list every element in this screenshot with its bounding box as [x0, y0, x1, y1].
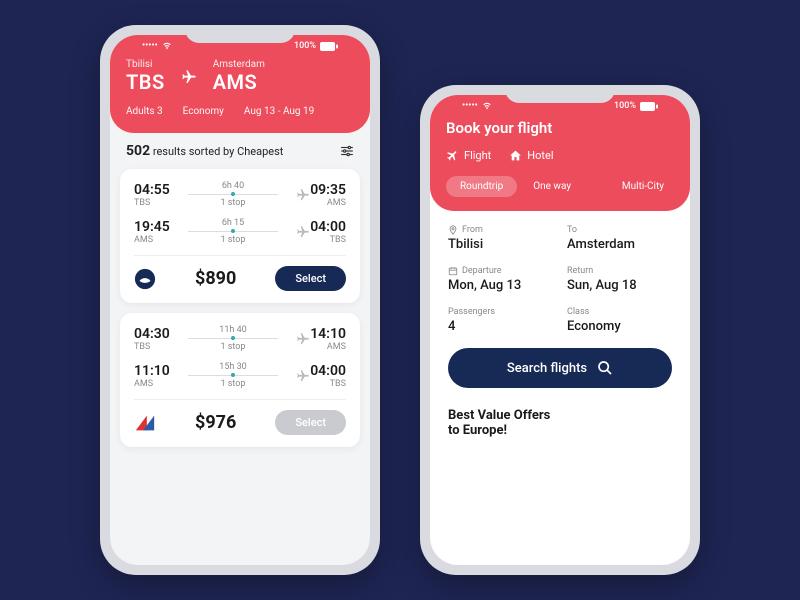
plane-icon: [296, 369, 310, 383]
trip-multi[interactable]: Multi-City: [612, 176, 674, 197]
offer-card[interactable]: 04:30TBS 11h 401 stop 14:10AMS 11:10AMS …: [120, 313, 360, 447]
leg-row: 19:45AMS 6h 151 stop 04:00TBS: [134, 218, 346, 245]
to-field[interactable]: To Amsterdam: [567, 225, 672, 252]
battery-icon: [320, 42, 338, 51]
results-text: results sorted by Cheapest: [153, 145, 284, 158]
plane-icon: [296, 332, 310, 346]
phone-results: ••••• 100% Tbilisi TBS Amsterdam AMS: [100, 25, 380, 575]
airline-logo: [134, 412, 156, 434]
airline-logo: [134, 268, 156, 290]
notch: [185, 25, 295, 43]
dates-summary: Aug 13 - Aug 19: [244, 106, 314, 117]
plane-icon: [181, 69, 197, 85]
page-title: Book your flight: [446, 119, 674, 137]
signal-icon: •••••: [142, 41, 158, 51]
from-block: Tbilisi TBS: [126, 59, 165, 94]
plane-icon: [296, 188, 310, 202]
signal-icon: •••••: [462, 101, 478, 111]
results-count: 502: [126, 143, 150, 159]
price: $976: [195, 412, 236, 433]
filter-icon[interactable]: [340, 145, 354, 157]
cabin-summary: Economy: [183, 106, 224, 117]
calendar-icon: [448, 266, 458, 276]
notch: [505, 85, 615, 103]
trip-roundtrip[interactable]: Roundtrip: [446, 176, 517, 197]
select-button[interactable]: Select: [275, 410, 346, 435]
header: ••••• 100% Book your flight Flight Hotel: [430, 95, 690, 211]
home-icon: [509, 149, 522, 162]
plane-icon: [296, 225, 310, 239]
battery-icon: [640, 102, 658, 111]
pax-summary: Adults 3: [126, 106, 163, 117]
plane-icon: [446, 149, 459, 162]
battery-text: 100%: [614, 101, 636, 111]
passengers-field[interactable]: Passengers 4: [448, 307, 553, 334]
leg-row: 04:55TBS 6h 401 stop 09:35AMS: [134, 181, 346, 208]
class-field[interactable]: Class Economy: [567, 307, 672, 334]
select-button[interactable]: Select: [275, 266, 346, 291]
return-field[interactable]: Return Sun, Aug 18: [567, 266, 672, 293]
search-form: From Tbilisi To Amsterdam Departure Mon,…: [430, 211, 690, 396]
from-field[interactable]: From Tbilisi: [448, 225, 553, 252]
leg-row: 04:30TBS 11h 401 stop 14:10AMS: [134, 325, 346, 352]
search-button[interactable]: Search flights: [448, 348, 672, 388]
price: $890: [195, 268, 236, 289]
tab-flight[interactable]: Flight: [446, 149, 491, 162]
search-icon: [597, 360, 613, 376]
wifi-icon: [482, 101, 492, 111]
pin-icon: [448, 225, 458, 235]
to-block: Amsterdam AMS: [213, 59, 265, 94]
results-bar: 502 results sorted by Cheapest: [110, 133, 370, 169]
leg-row: 11:10AMS 15h 301 stop 04:00TBS: [134, 362, 346, 389]
phone-booking: ••••• 100% Book your flight Flight Hotel: [420, 85, 700, 575]
departure-field[interactable]: Departure Mon, Aug 13: [448, 266, 553, 293]
header: ••••• 100% Tbilisi TBS Amsterdam AMS: [110, 35, 370, 133]
battery-text: 100%: [294, 41, 316, 51]
tab-hotel[interactable]: Hotel: [509, 149, 553, 162]
promo-heading: Best Value Offers to Europe!: [430, 396, 690, 442]
wifi-icon: [162, 41, 172, 51]
offer-card[interactable]: 04:55TBS 6h 401 stop 09:35AMS 19:45AMS 6…: [120, 169, 360, 303]
trip-oneway[interactable]: One way: [523, 176, 581, 197]
